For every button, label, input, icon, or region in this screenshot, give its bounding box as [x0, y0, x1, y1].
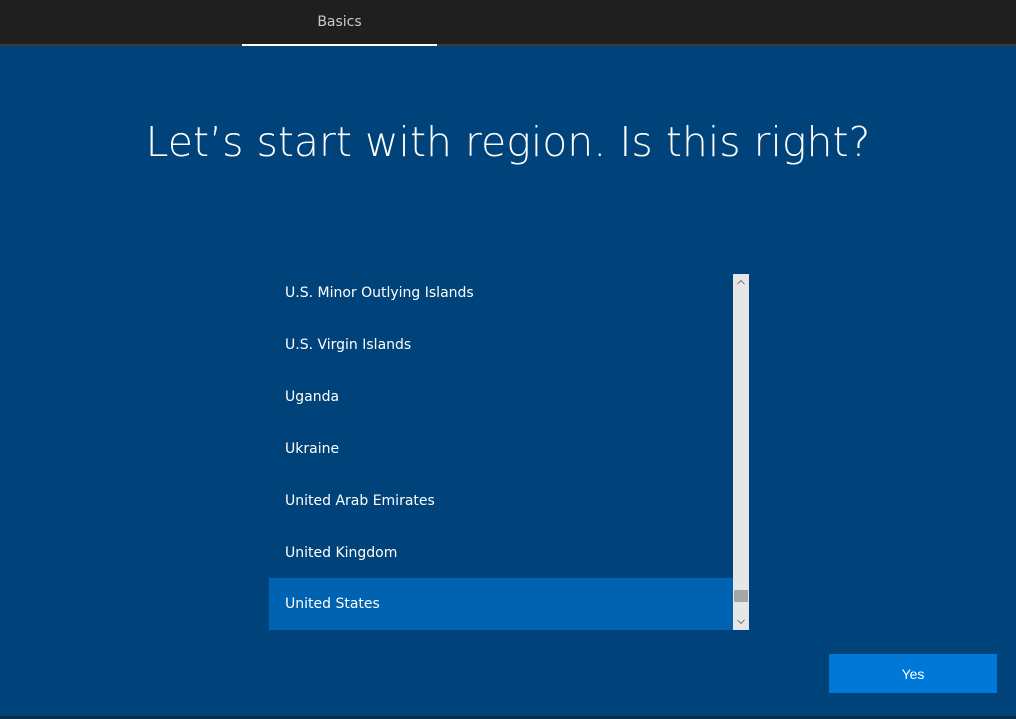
list-item[interactable]: United Kingdom — [269, 527, 733, 579]
chevron-down-icon[interactable] — [733, 614, 749, 630]
top-bar-divider — [0, 44, 1016, 46]
list-item[interactable]: Uganda — [269, 371, 733, 423]
yes-button[interactable]: Yes — [829, 654, 997, 693]
chevron-up-icon[interactable] — [733, 274, 749, 290]
tab-basics-underline — [242, 44, 437, 46]
list-item[interactable]: U.S. Minor Outlying Islands — [269, 274, 733, 319]
list-item-selected[interactable]: United States — [269, 578, 733, 630]
tab-basics: Basics — [317, 14, 362, 30]
list-item[interactable]: U.S. Virgin Islands — [269, 319, 733, 371]
list-item[interactable]: United Arab Emirates — [269, 475, 733, 527]
page-title: Let’s start with region. Is this right? — [145, 118, 871, 166]
region-list[interactable]: U.S. Minor Outlying Islands U.S. Virgin … — [269, 274, 733, 630]
scrollbar-thumb[interactable] — [734, 590, 748, 602]
top-bar — [0, 0, 1016, 44]
list-scrollbar[interactable] — [733, 274, 749, 630]
list-item[interactable]: Ukraine — [269, 423, 733, 475]
